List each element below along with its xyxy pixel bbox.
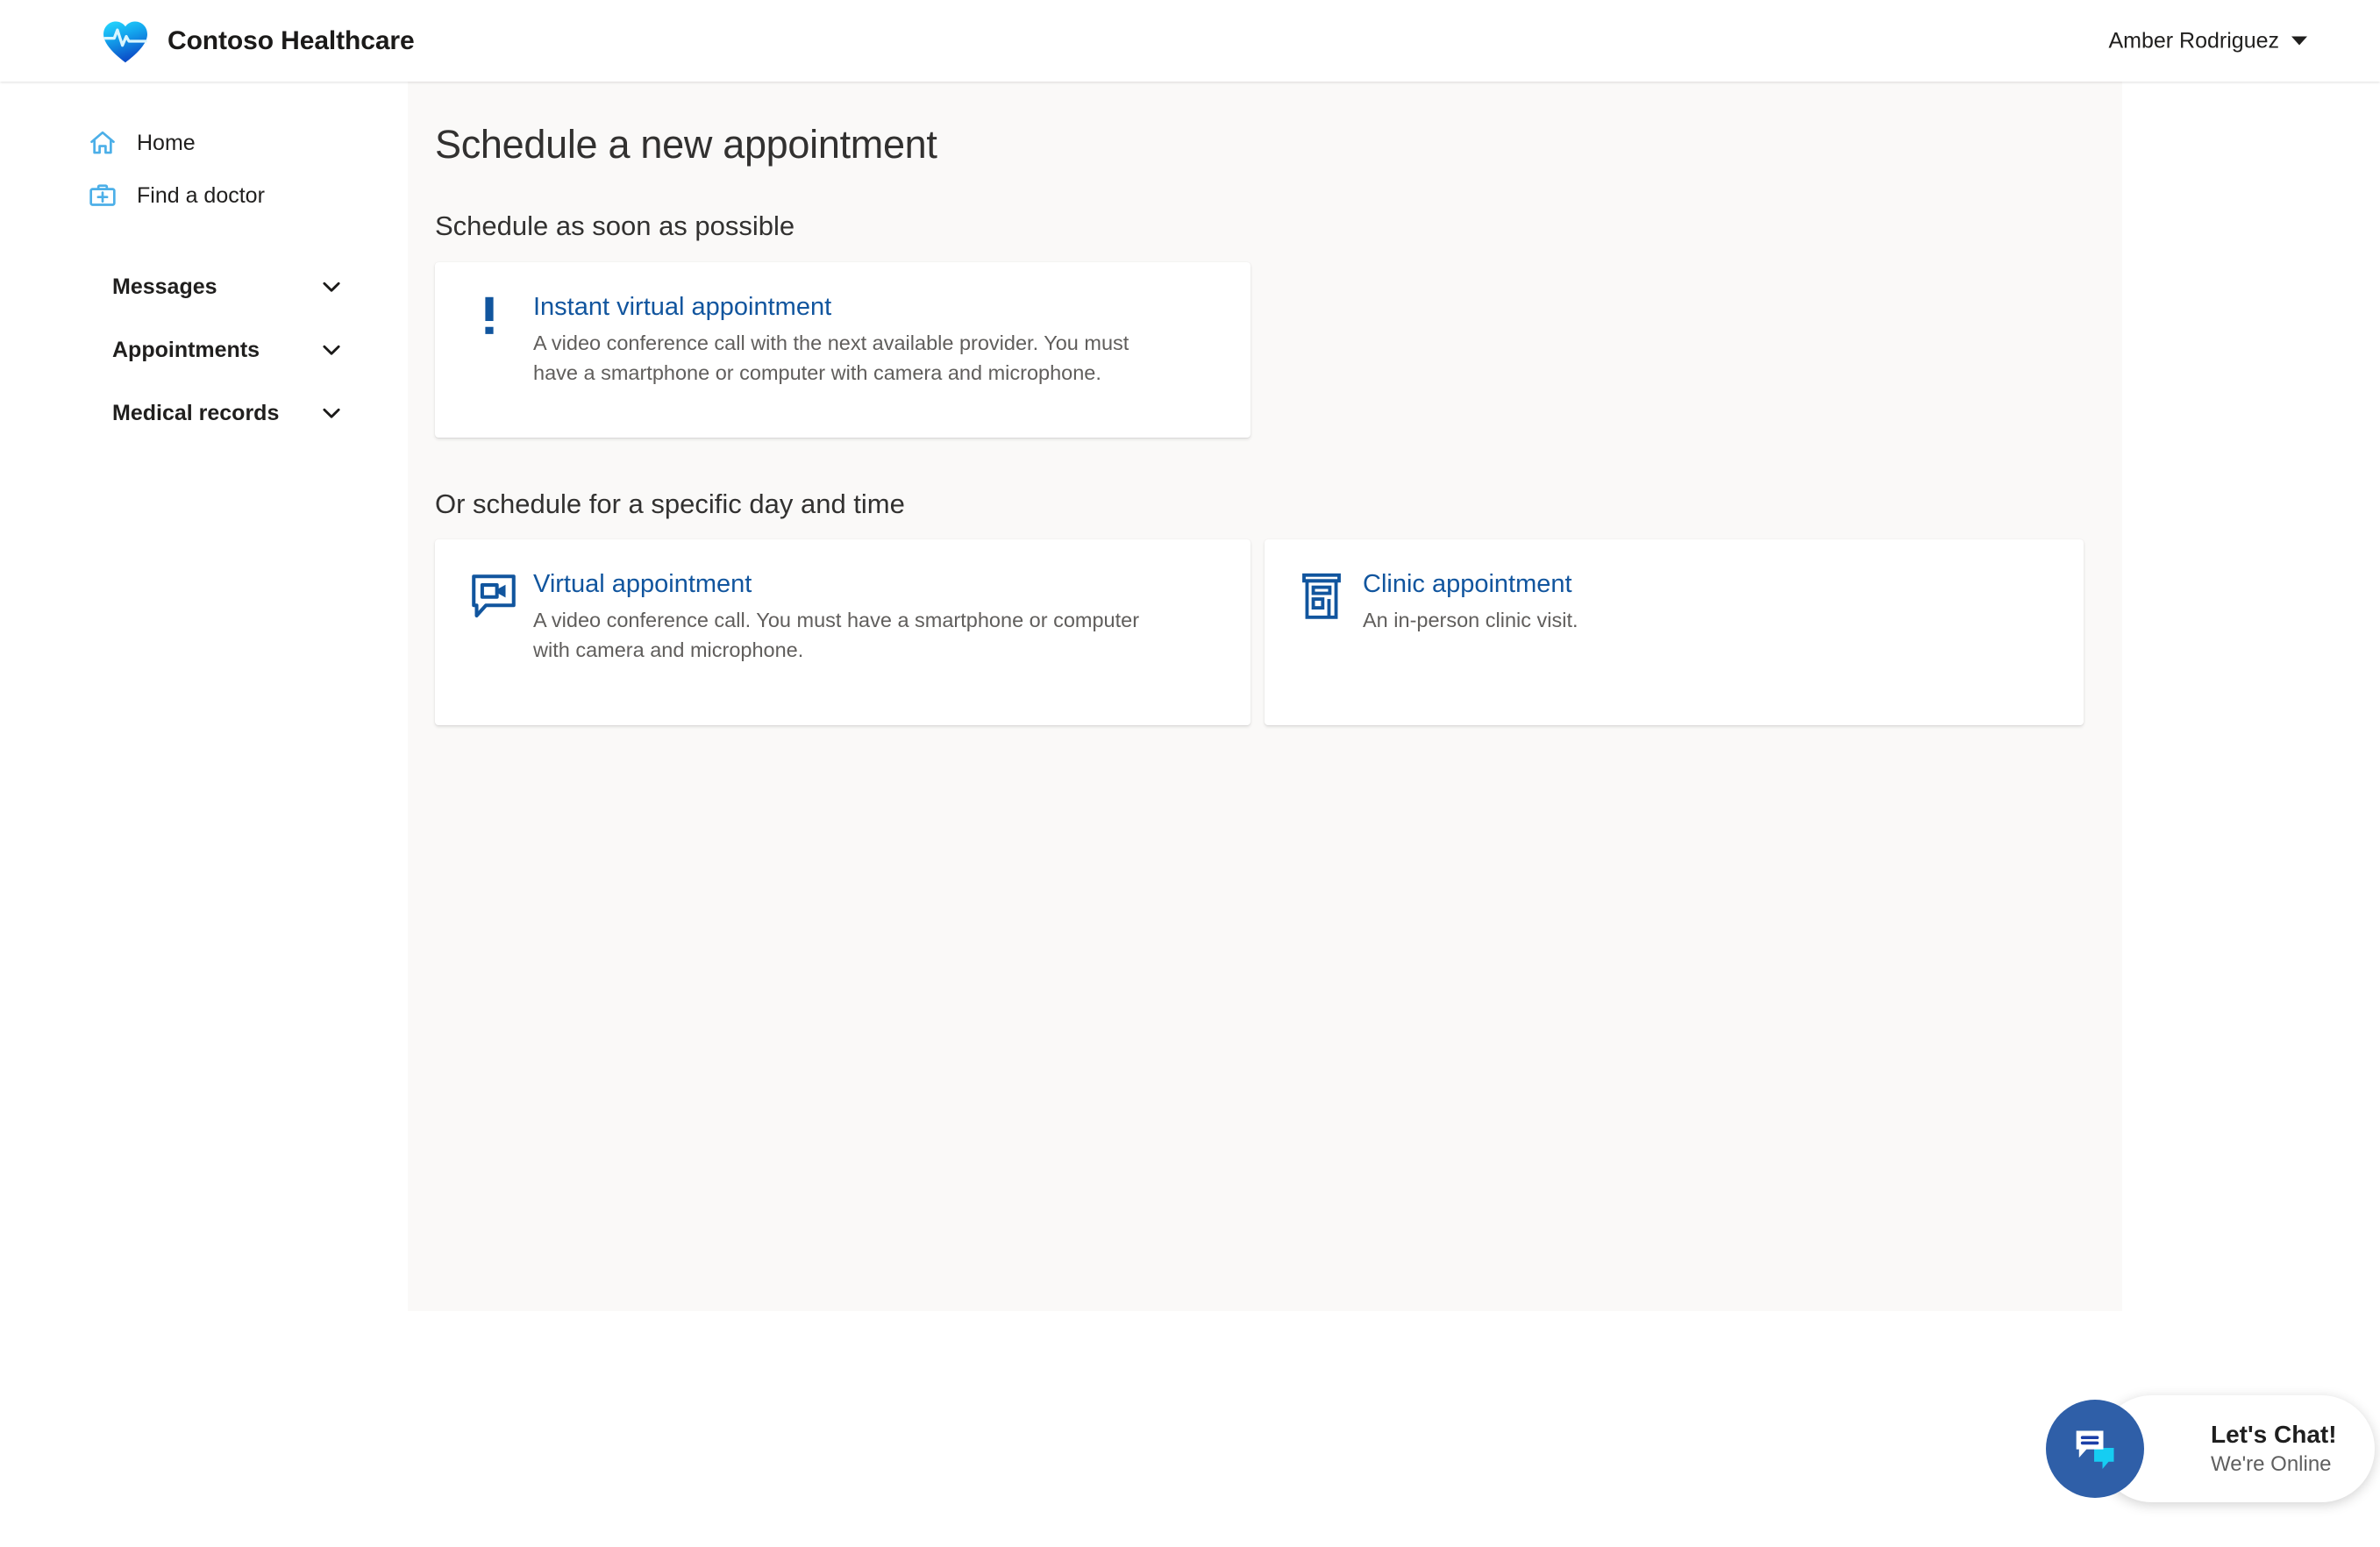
sidebar-item-home-label: Home <box>137 130 196 155</box>
card-icon-slot <box>1300 569 1354 636</box>
sidebar-group-messages[interactable]: Messages <box>0 255 408 318</box>
card-title: Clinic appointment <box>1363 570 1572 598</box>
section-title-asap: Schedule as soon as possible <box>435 210 795 241</box>
heart-pulse-logo-icon <box>99 15 152 68</box>
card-instant-virtual-appointment[interactable]: Instant virtual appointment A video conf… <box>435 262 1251 438</box>
brand-name: Contoso Healthcare <box>167 25 415 55</box>
chat-widget-status: We're Online <box>2211 1451 2332 1476</box>
brand-logo-link[interactable]: Contoso Healthcare <box>99 15 415 68</box>
sidebar-group-medical-records-label: Medical records <box>112 400 280 425</box>
card-title: Instant virtual appointment <box>533 293 832 321</box>
home-icon <box>88 128 118 158</box>
sidebar-group-messages-label: Messages <box>112 274 217 299</box>
video-chat-icon <box>470 573 524 620</box>
sidebar-group-medical-records[interactable]: Medical records <box>0 381 408 445</box>
sidebar-item-find-a-doctor[interactable]: Find a doctor <box>0 169 408 222</box>
sidebar-group-appointments-label: Appointments <box>112 337 260 362</box>
app-header: Contoso Healthcare Amber Rodriguez <box>0 0 2380 82</box>
caret-down-icon <box>2291 36 2307 46</box>
card-virtual-appointment[interactable]: Virtual appointment A video conference c… <box>435 539 1251 725</box>
user-name: Amber Rodriguez <box>2108 28 2279 53</box>
card-clinic-appointment[interactable]: Clinic appointment An in-person clinic v… <box>1265 539 2084 725</box>
sidebar-item-home[interactable]: Home <box>0 117 408 169</box>
sidebar-item-find-a-doctor-label: Find a doctor <box>137 182 265 208</box>
clinic-building-icon <box>1300 573 1354 620</box>
card-title: Virtual appointment <box>533 570 752 598</box>
page-title: Schedule a new appointment <box>435 122 937 167</box>
card-description: A video conference call. You must have a… <box>533 609 1140 662</box>
chevron-down-icon <box>318 337 345 363</box>
exclamation-icon <box>470 296 524 336</box>
card-description: An in-person clinic visit. <box>1363 609 1578 632</box>
sidebar-group-appointments[interactable]: Appointments <box>0 318 408 381</box>
user-menu-button[interactable]: Amber Rodriguez <box>2108 28 2307 53</box>
chat-bubbles-icon <box>2068 1422 2122 1476</box>
sidebar-nav: Home Find a doctor Messages Appointments <box>0 82 408 1547</box>
medical-bag-icon <box>88 181 118 210</box>
card-icon-slot <box>470 292 524 389</box>
chat-widget-title: Let's Chat! <box>2211 1420 2337 1448</box>
main-content: Schedule a new appointment Schedule as s… <box>408 82 2122 1311</box>
chevron-down-icon <box>318 274 345 300</box>
card-icon-slot <box>470 569 524 666</box>
chevron-down-icon <box>318 400 345 426</box>
section-title-specific-day: Or schedule for a specific day and time <box>435 488 905 519</box>
card-description: A video conference call with the next av… <box>533 332 1129 385</box>
chat-launcher-button[interactable] <box>2046 1400 2144 1498</box>
